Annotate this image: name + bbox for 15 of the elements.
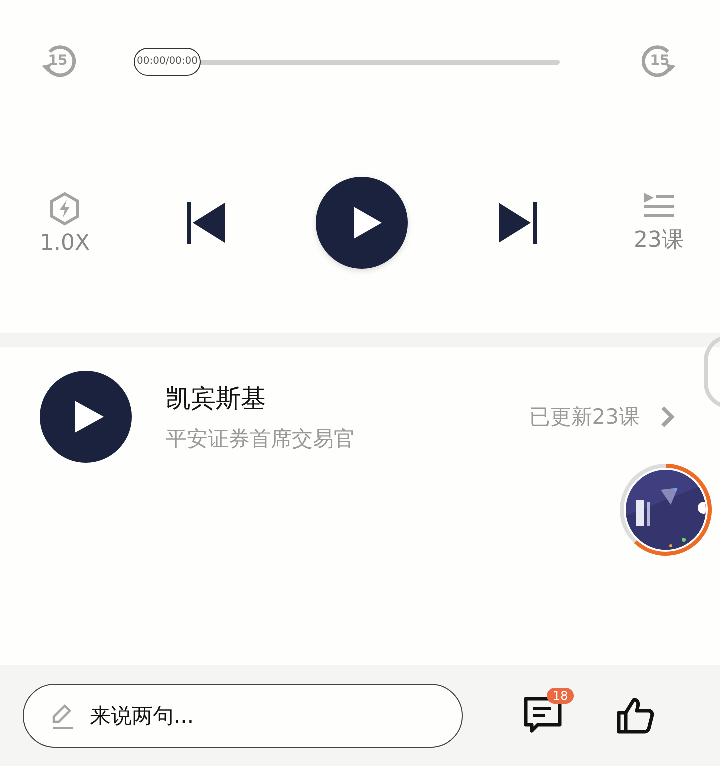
lessons-label[interactable]: 23课 <box>634 225 684 255</box>
comment-input[interactable]: 来说两句... <box>23 684 463 748</box>
comment-field[interactable]: 来说两句... <box>88 702 462 728</box>
play-icon <box>72 399 106 435</box>
author-title: 平安证券首席交易官 <box>166 426 356 452</box>
thumbs-up-icon[interactable] <box>615 696 655 736</box>
speed-label[interactable]: 1.0X <box>40 230 90 256</box>
forward-button[interactable]: 15 <box>640 42 680 82</box>
update-count[interactable]: 已更新23课 <box>529 403 640 431</box>
rewind-button[interactable]: 15 <box>38 42 78 82</box>
author-name: 凯宾斯基 <box>166 382 267 414</box>
pencil-icon <box>50 702 76 730</box>
time-thumb[interactable]: 00:00/00:00 <box>134 48 202 76</box>
comment-count-badge: 18 <box>547 688 574 704</box>
progress-track[interactable]: 00:00/00:00 <box>134 48 560 76</box>
